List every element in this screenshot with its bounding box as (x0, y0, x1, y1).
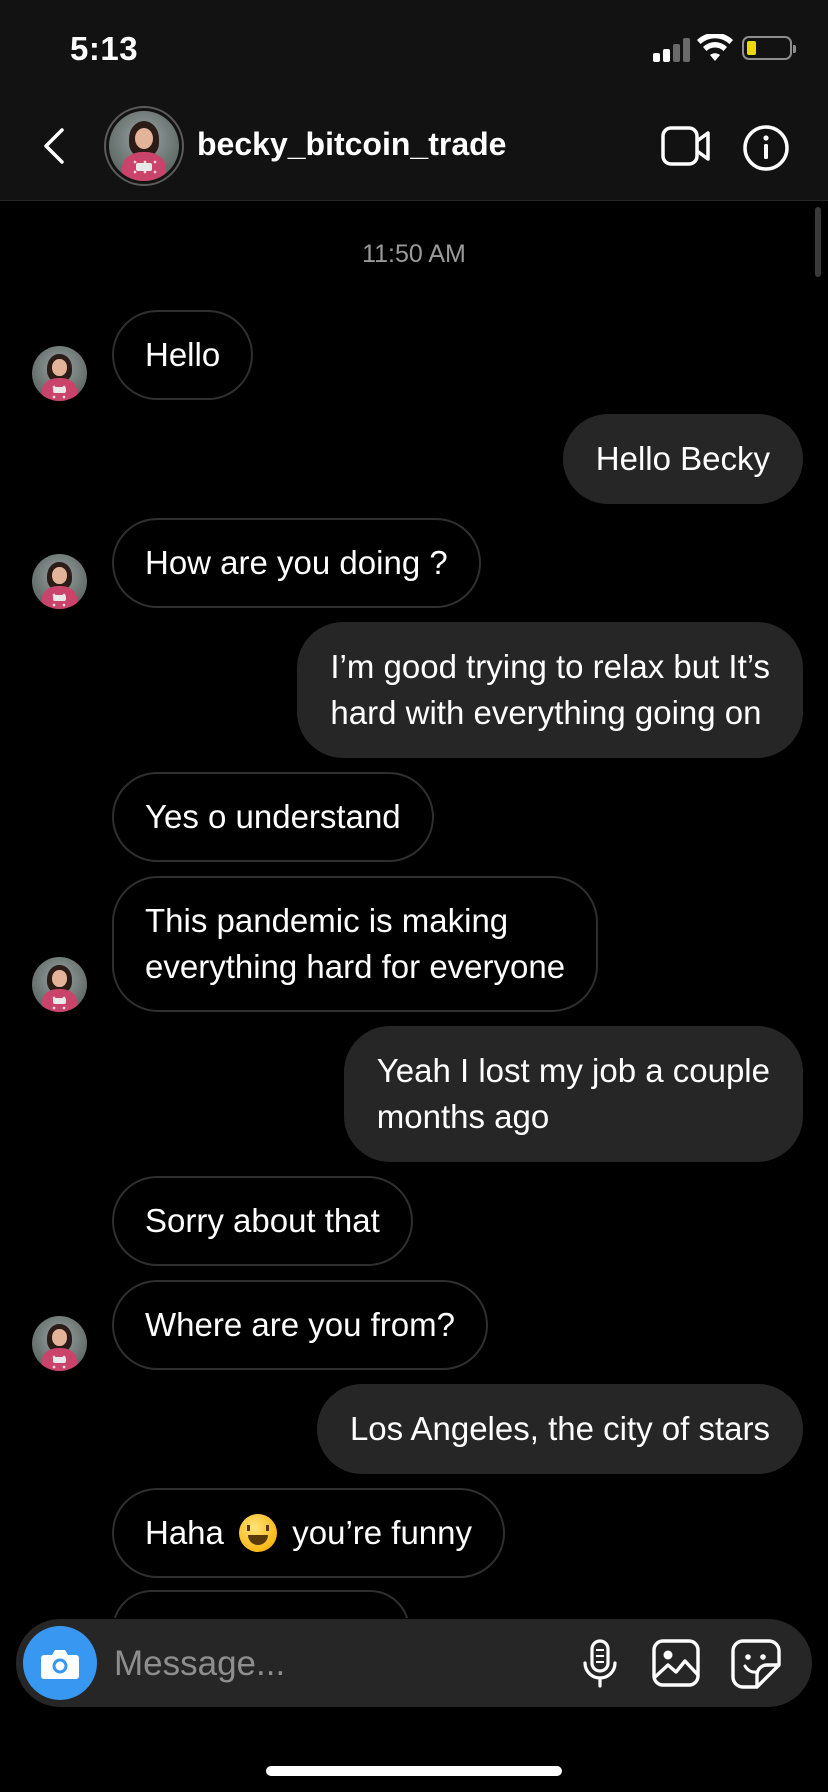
video-call-icon[interactable] (660, 124, 712, 168)
outgoing-message[interactable]: Hello Becky (562, 414, 803, 504)
back-chevron-icon[interactable] (40, 126, 70, 166)
message-line: everything hard for everyone (145, 948, 566, 985)
status-bar: 5:13 (0, 0, 828, 100)
message-line: Yeah I lost my job a couple (376, 1052, 770, 1089)
info-icon[interactable] (742, 124, 790, 172)
message-input[interactable] (112, 1635, 476, 1693)
message-line: I’m good trying to relax but It’s (330, 648, 770, 685)
sender-avatar[interactable] (32, 1316, 87, 1371)
battery-icon (742, 36, 796, 60)
message-text: you’re funny (292, 1514, 473, 1551)
incoming-message[interactable]: Sorry about that (112, 1176, 413, 1266)
sender-avatar[interactable] (32, 554, 87, 609)
camera-icon (41, 1650, 79, 1679)
chat-timestamp: 11:50 AM (362, 240, 466, 268)
message-text: Haha (145, 1514, 224, 1551)
message-composer (16, 1619, 812, 1707)
incoming-message[interactable]: Haha you’re funny (112, 1488, 506, 1578)
outgoing-message[interactable]: Los Angeles, the city of stars (316, 1384, 803, 1474)
message-line: This pandemic is making (145, 902, 509, 939)
header-username[interactable]: becky_bitcoin_trade (197, 126, 506, 163)
outgoing-message[interactable]: I’m good trying to relax but It’s hard w… (297, 622, 803, 758)
wifi-icon (697, 34, 733, 61)
sender-avatar[interactable] (32, 957, 87, 1012)
incoming-message[interactable]: How are you doing ? (112, 518, 481, 608)
sender-avatar[interactable] (32, 346, 87, 401)
grinning-squinting-face-emoji-icon (239, 1514, 278, 1552)
incoming-message[interactable]: Yes o understand (112, 772, 434, 862)
microphone-icon[interactable] (580, 1639, 620, 1689)
camera-button[interactable] (23, 1626, 97, 1700)
home-indicator[interactable] (266, 1766, 562, 1776)
sticker-icon[interactable] (731, 1639, 781, 1689)
status-time: 5:13 (70, 30, 139, 67)
chat-header: becky_bitcoin_trade (0, 100, 828, 201)
incoming-message[interactable]: Where are you from? (112, 1280, 488, 1370)
message-line: hard with everything going on (330, 694, 762, 731)
outgoing-message[interactable]: Yeah I lost my job a couple months ago (343, 1026, 803, 1162)
incoming-message[interactable]: Hello (112, 310, 254, 400)
header-avatar[interactable] (104, 106, 184, 186)
profile-photo-avatar (109, 111, 179, 181)
cellular-signal-icon (653, 38, 691, 62)
incoming-message[interactable]: This pandemic is making everything hard … (112, 876, 599, 1012)
gallery-icon[interactable] (652, 1639, 700, 1687)
message-line: months ago (376, 1098, 550, 1135)
